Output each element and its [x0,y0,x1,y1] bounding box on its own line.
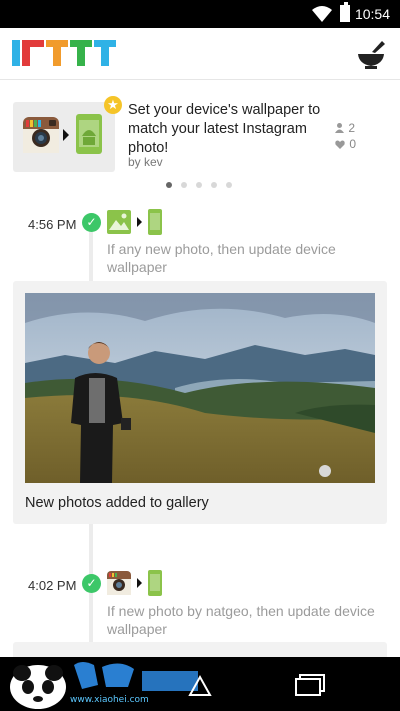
app-bar [0,28,400,80]
android-device-icon [148,570,162,596]
photo-caption: New photos added to gallery [25,495,209,511]
android-device-icon [76,114,102,154]
likes-count: 0 [349,137,356,151]
status-bar: 10:54 [0,0,400,28]
arrow-icon [137,217,142,227]
users-count: 2 [348,121,355,135]
check-icon: ✓ [82,574,101,593]
recent-apps-button[interactable] [295,674,325,696]
pager-dot-4[interactable] [211,182,217,188]
recipe-title[interactable]: Set your device's wallpaper to match you… [128,101,338,158]
heart-icon [335,140,346,149]
arrow-icon [137,578,142,588]
instagram-icon [23,117,59,153]
event-description: If any new photo, then update device wal… [107,241,336,275]
pager-dot-5[interactable] [226,182,232,188]
android-device-icon [148,209,162,235]
watermark-url: www.xiaohei.com [70,695,149,705]
photo-card[interactable]: New photos added to gallery [13,281,387,524]
star-icon: ★ [104,96,122,114]
pager-dots[interactable] [166,182,232,188]
gallery-photo[interactable] [25,293,375,483]
pager-dot-1[interactable] [166,182,172,188]
wifi-icon [312,6,332,22]
pager-dot-2[interactable] [181,182,187,188]
feed[interactable]: ★ Set your device's wallpaper to match y… [0,80,400,657]
status-time: 10:54 [354,6,390,22]
recipe-author: by kev [128,155,163,169]
battery-icon [340,2,350,22]
event-time: 4:02 PM [28,578,77,593]
pager-dot-3[interactable] [196,182,202,188]
mortar-pestle-icon[interactable] [356,40,386,70]
arrow-icon [63,129,69,141]
check-icon: ✓ [82,213,101,232]
home-button[interactable] [188,673,212,697]
photo-card[interactable] [13,642,387,657]
event-description: If new photo by natgeo, then update devi… [107,603,375,637]
instagram-icon [107,571,131,595]
event-time: 4:56 PM [28,217,77,232]
ifttt-logo[interactable] [12,40,116,66]
navigation-bar: www.xiaohei.com [0,657,400,711]
person-icon [335,123,345,133]
android-photos-icon [107,210,131,234]
recipe-stats: 2 0 [335,120,356,152]
recipe-card-thumbnail[interactable] [13,102,115,172]
